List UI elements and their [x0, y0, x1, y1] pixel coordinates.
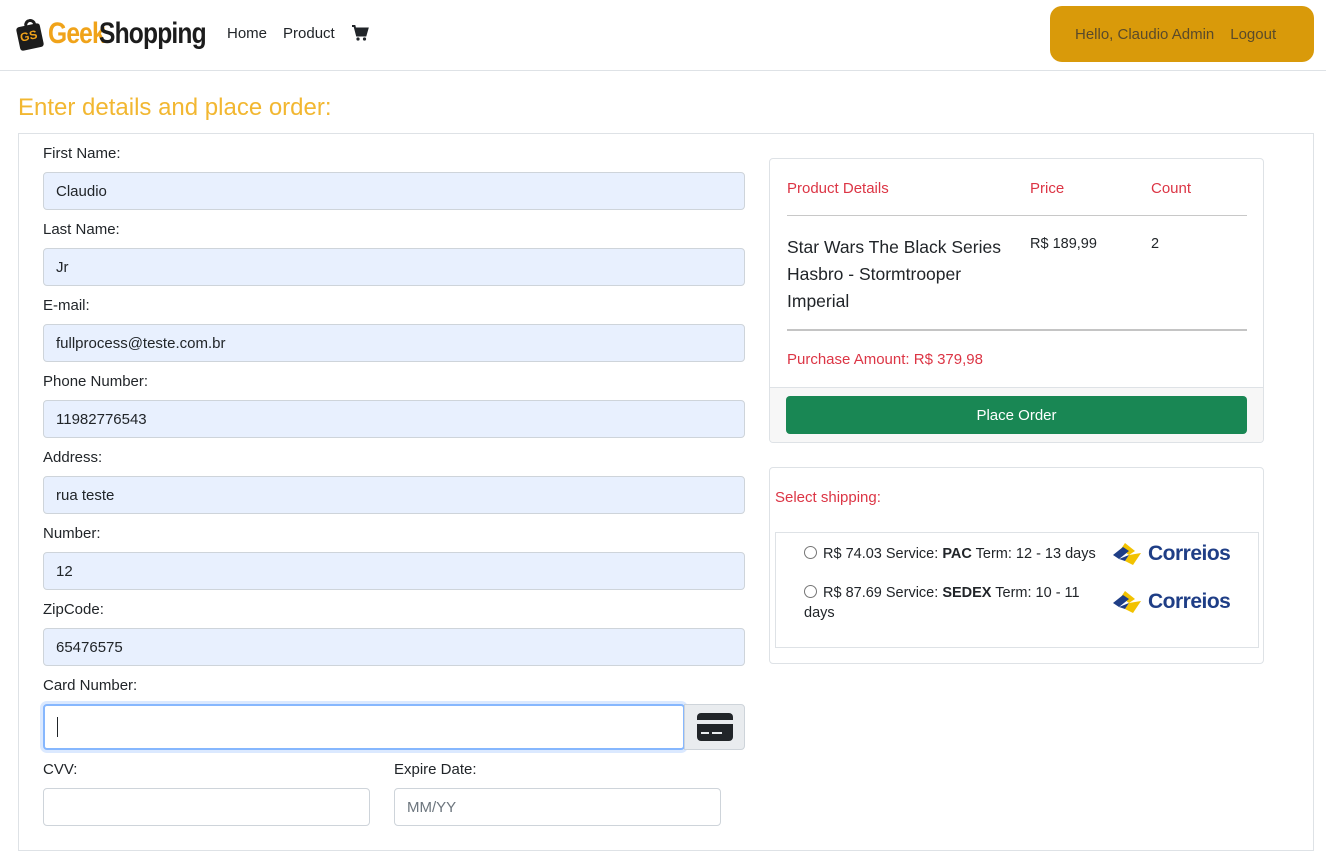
nav-links: Home Product [227, 24, 369, 42]
header-product-details: Product Details [787, 180, 889, 197]
correios-logo: Correios [1111, 541, 1231, 567]
shipping-options: R$ 74.03 Service: PAC Term: 12 - 13 days… [775, 532, 1259, 648]
first-name-label: First Name: [43, 145, 121, 162]
expire-date-input[interactable]: MM/YY [394, 788, 721, 826]
expire-date-label: Expire Date: [394, 761, 477, 778]
service-label: Service: [885, 546, 939, 562]
navbar: GS Geek Shopping Home Product Hello, Cla… [0, 0, 1326, 71]
product-name: Star Wars The Black Series Hasbro - Stor… [787, 237, 1001, 311]
cvv-input[interactable] [43, 788, 370, 826]
correios-icon [1113, 543, 1141, 565]
service-label: Service: [885, 585, 939, 601]
last-name-label: Last Name: [43, 221, 120, 238]
shipping-price: R$ 87.69 [823, 585, 882, 601]
correios-icon [1113, 591, 1141, 613]
term-value: 12 - 13 days [1015, 546, 1096, 562]
brand-name-secondary: Shopping [99, 17, 207, 50]
carrier-name: Correios [1148, 590, 1231, 613]
email-input[interactable]: fullprocess@teste.com.br [43, 324, 745, 362]
zipcode-label: ZipCode: [43, 601, 104, 618]
divider [787, 215, 1247, 216]
purchase-amount: Purchase Amount: R$ 379,98 [787, 351, 983, 368]
number-input[interactable]: 12 [43, 552, 745, 590]
brand-logo[interactable]: GS Geek Shopping [15, 14, 230, 54]
card-number-input[interactable] [43, 704, 685, 750]
place-order-button[interactable]: Place Order [786, 396, 1247, 434]
product-price: R$ 189,99 [1030, 236, 1097, 252]
service-name: SEDEX [942, 585, 992, 601]
credit-card-icon [696, 713, 733, 741]
page-title: Enter details and place order: [18, 94, 332, 121]
shipping-price: R$ 74.03 [823, 546, 882, 562]
phone-label: Phone Number: [43, 373, 149, 390]
shopping-bag-icon: GS [15, 17, 46, 52]
number-label: Number: [43, 525, 101, 542]
header-count: Count [1151, 180, 1192, 197]
divider [787, 329, 1247, 331]
card-addon [684, 704, 745, 750]
text-caret [57, 717, 58, 737]
address-input[interactable]: rua teste [43, 476, 745, 514]
shipping-radio-pac[interactable] [804, 546, 817, 559]
shipping-option-pac[interactable]: R$ 74.03 Service: PAC Term: 12 - 13 days [804, 544, 1114, 564]
first-name-input[interactable]: Claudio [43, 172, 745, 210]
shipping-title: Select shipping: [775, 489, 881, 506]
shipping-radio-sedex[interactable] [804, 585, 817, 598]
cvv-label: CVV: [43, 761, 78, 778]
term-label: Term: [995, 585, 1032, 601]
address-label: Address: [43, 449, 103, 466]
order-summary-card: Product Details Price Count Star Wars Th… [769, 158, 1264, 443]
logout-link[interactable]: Logout [1230, 26, 1276, 43]
service-name: PAC [942, 546, 972, 562]
product-count: 2 [1151, 236, 1160, 252]
brand-name-primary: Geek [48, 17, 106, 50]
summary-footer: Place Order [770, 387, 1263, 442]
email-label: E-mail: [43, 297, 90, 314]
zipcode-input[interactable]: 65476575 [43, 628, 745, 666]
nav-product-link[interactable]: Product [283, 25, 335, 42]
correios-logo: Correios [1111, 589, 1231, 615]
shipping-option-sedex[interactable]: R$ 87.69 Service: SEDEX Term: 10 - 11 da… [804, 583, 1104, 623]
card-number-label: Card Number: [43, 677, 138, 694]
carrier-name: Correios [1148, 542, 1231, 565]
header-price: Price [1030, 180, 1065, 197]
expire-date-placeholder: MM/YY [407, 798, 457, 816]
nav-home-link[interactable]: Home [227, 25, 267, 42]
last-name-input[interactable]: Jr [43, 248, 745, 286]
term-label: Term: [975, 546, 1012, 562]
shipping-card: Select shipping: R$ 74.03 Service: PAC T… [769, 467, 1264, 664]
user-menu: Hello, Claudio Admin Logout [1050, 6, 1314, 62]
user-greeting[interactable]: Hello, Claudio Admin [1075, 26, 1214, 43]
shopping-cart-icon[interactable] [351, 24, 369, 42]
phone-input[interactable]: 11982776543 [43, 400, 745, 438]
